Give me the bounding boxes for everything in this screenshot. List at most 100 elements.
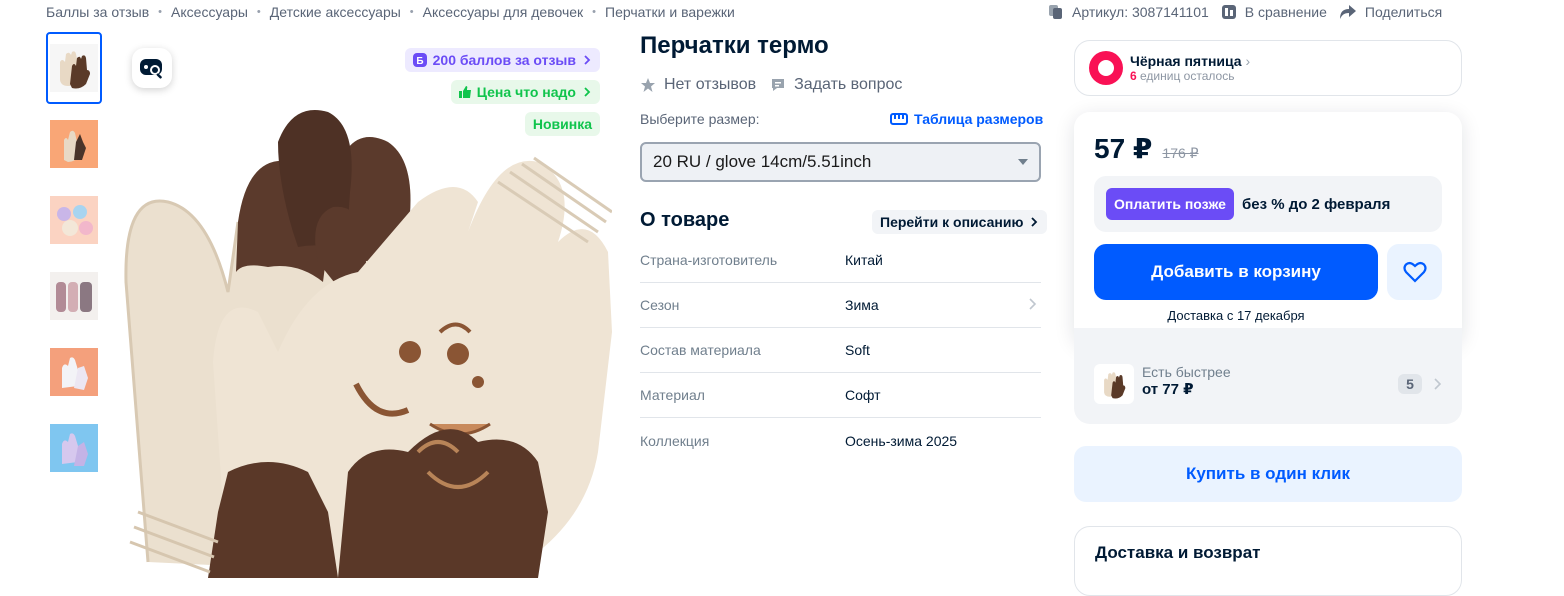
pay-later-button[interactable]: Оплатить позже [1106, 188, 1234, 220]
share-label: Поделиться [1364, 4, 1443, 20]
new-badge-label: Новинка [532, 116, 592, 132]
promo-title: Чёрная пятница [1130, 53, 1242, 69]
thumbnail[interactable] [46, 336, 102, 408]
add-to-cart-button[interactable]: Добавить в корзину [1094, 244, 1378, 300]
product-meta: Нет отзывов Задать вопрос [640, 76, 916, 94]
glove-thumbnail-image [50, 272, 98, 320]
glove-thumbnail-image [50, 120, 98, 168]
breadcrumb-separator: • [409, 6, 414, 18]
image-search-icon [140, 59, 162, 79]
size-label: Выберите размер: [640, 111, 760, 127]
compare-label: В сравнение [1244, 4, 1327, 20]
glove-thumbnail-image [50, 348, 98, 396]
thumbnail[interactable] [46, 32, 102, 104]
thumbnail[interactable] [46, 108, 102, 180]
caret-down-icon [1018, 159, 1028, 165]
spec-list: Страна-изготовитель Китай Сезон Зима Сос… [640, 238, 1041, 463]
article-label: Артикул: 3087141101 [1072, 4, 1209, 20]
promo-stock: 6 единиц осталось [1130, 69, 1250, 83]
faster-price: от 77 ₽ [1142, 381, 1194, 398]
promo-title-row: Чёрная пятница › [1130, 53, 1250, 69]
reviews-link[interactable]: Нет отзывов [640, 76, 756, 94]
share-button[interactable]: Поделиться [1339, 4, 1442, 20]
breadcrumb-link[interactable]: Детские аксессуары [270, 4, 401, 20]
favorite-button[interactable] [1387, 244, 1442, 300]
breadcrumb-link[interactable]: Аксессуары для девочек [423, 4, 584, 20]
size-select-value: 20 RU / glove 14cm/5.51inch [653, 152, 872, 171]
thumbs-up-icon [458, 86, 471, 98]
good-price-badge[interactable]: Цена что надо [450, 80, 600, 104]
breadcrumb-separator: • [256, 6, 261, 18]
thumbnail[interactable] [46, 260, 102, 332]
black-friday-promo[interactable]: Чёрная пятница › 6 единиц осталось [1074, 40, 1462, 96]
spec-key: Коллекция [640, 432, 710, 449]
chevron-right-icon [584, 87, 591, 97]
ask-question-link[interactable]: Задать вопрос [770, 76, 902, 94]
thumbnail-list [46, 32, 102, 488]
thumbnail[interactable] [46, 184, 102, 256]
size-table-link[interactable]: Таблица размеров [890, 111, 1043, 127]
promo-logo [1089, 51, 1123, 85]
delivery-date: Доставка с 17 декабря [1167, 308, 1305, 323]
about-heading: О товаре [640, 209, 730, 231]
pay-later-block[interactable]: Оплатить позже без % до 2 февраля [1094, 176, 1442, 232]
faster-title: Есть быстрее [1142, 364, 1231, 380]
points-icon: Б [412, 53, 427, 67]
old-price: 176 ₽ [1162, 145, 1199, 161]
delivery-return-heading: Доставка и возврат [1095, 543, 1261, 562]
faster-count: 5 [1398, 374, 1422, 394]
spec-key: Страна-изготовитель [640, 252, 778, 268]
reviews-label: Нет отзывов [664, 76, 757, 93]
thumbnail[interactable] [46, 412, 102, 484]
breadcrumb: Баллы за отзыв • Аксессуары • Детские аксе… [46, 3, 735, 21]
spec-key: Состав материала [640, 342, 761, 358]
spec-row: Страна-изготовитель Китай [640, 238, 1041, 283]
promo-left-text: единиц осталось [1136, 69, 1235, 83]
top-actions: Артикул: 3087141101 В сравнение Поделить… [1048, 3, 1454, 21]
ruler-icon [890, 113, 908, 125]
spec-value: Китай [845, 252, 883, 268]
buy-box: 57 ₽ 176 ₽ Оплатить позже без % до 2 фев… [1074, 112, 1462, 344]
promo-count: 6 [1130, 69, 1137, 83]
chevron-right-icon: › [1245, 53, 1251, 69]
article-number[interactable]: Артикул: 3087141101 [1048, 4, 1209, 20]
breadcrumb-link[interactable]: Баллы за отзыв [46, 4, 149, 20]
faster-offer[interactable]: Есть быстрее от 77 ₽ 5 [1074, 328, 1462, 424]
spec-key: Материал [640, 387, 705, 403]
spec-value: Soft [845, 342, 870, 358]
compare-icon [1221, 5, 1236, 19]
star-icon [641, 78, 655, 92]
image-search-button[interactable] [132, 48, 172, 88]
pay-later-text: без % до 2 февраля [1241, 195, 1391, 213]
points-badge[interactable]: Б 200 баллов за отзыв [404, 48, 600, 72]
delivery-return-section[interactable]: Доставка и возврат [1074, 526, 1462, 596]
chevron-right-icon [1029, 298, 1037, 310]
svg-text:Б: Б [416, 56, 423, 67]
goto-description-label: Перейти к описанию [880, 214, 1024, 230]
points-badge-label: 200 баллов за отзыв [432, 52, 576, 68]
heart-icon [1402, 261, 1427, 283]
buy-one-click-button[interactable]: Купить в один клик [1074, 446, 1462, 502]
spec-value: Зима [845, 297, 879, 313]
size-table-label: Таблица размеров [914, 111, 1044, 127]
faster-offer-thumbnail [1094, 364, 1134, 404]
ask-question-label: Задать вопрос [794, 76, 903, 93]
spec-value: Софт [845, 387, 881, 403]
spec-key: Сезон [640, 297, 680, 313]
chevron-right-icon [1031, 217, 1038, 227]
spec-value: Осень-зима 2025 [845, 432, 958, 449]
copy-icon [1049, 5, 1062, 19]
compare-button[interactable]: В сравнение [1221, 4, 1327, 20]
spec-row[interactable]: Сезон Зима [640, 283, 1041, 328]
goto-description-button[interactable]: Перейти к описанию [872, 210, 1048, 234]
breadcrumb-link[interactable]: Перчатки и варежки [605, 4, 735, 20]
chevron-right-icon [1434, 378, 1442, 390]
glove-thumbnail-image [50, 424, 98, 472]
current-price: 57 ₽ [1094, 133, 1153, 164]
price-block: 57 ₽ 176 ₽ [1094, 132, 1199, 165]
size-select[interactable]: 20 RU / glove 14cm/5.51inch [640, 142, 1041, 182]
breadcrumb-link[interactable]: Аксессуары [171, 4, 248, 20]
chevron-right-icon [584, 55, 591, 65]
glove-thumbnail-image [50, 44, 98, 92]
breadcrumb-separator: • [158, 6, 163, 18]
